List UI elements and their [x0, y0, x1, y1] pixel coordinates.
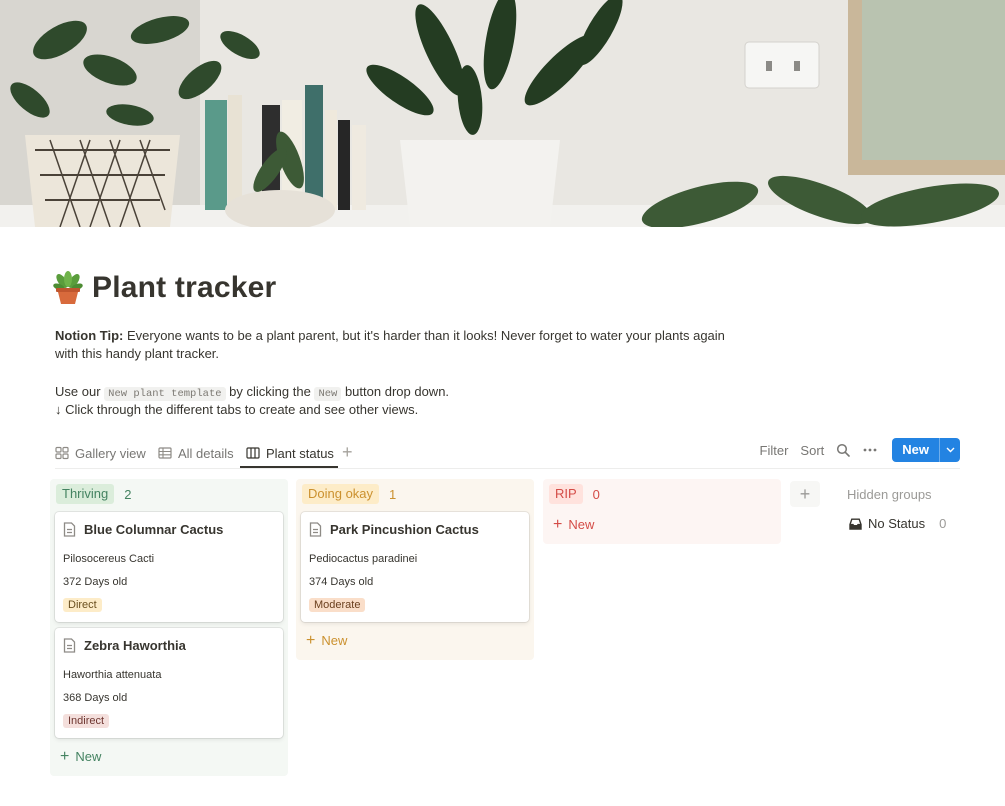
plant-card[interactable]: Blue Columnar Cactus Pilosocereus Cacti …: [55, 512, 283, 622]
column-count: 0: [592, 486, 600, 502]
no-status-label: No Status: [868, 516, 926, 531]
board-column-thriving: Thriving 2 Blue Columnar Cactus Pilosoce…: [50, 479, 288, 776]
light-tag: Moderate: [309, 598, 366, 612]
tab-plant-status[interactable]: Plant status: [246, 440, 334, 466]
table-icon: [158, 447, 172, 459]
cover-image: [0, 0, 1005, 227]
page-title[interactable]: Plant tracker: [92, 271, 276, 305]
tab-gallery-view[interactable]: Gallery view: [55, 440, 146, 466]
plant-card[interactable]: Park Pincushion Cactus Pediocactus parad…: [301, 512, 529, 622]
column-count: 1: [389, 486, 397, 502]
card-title-text: Zebra Haworthia: [84, 638, 186, 653]
status-pill: RIP: [549, 484, 583, 504]
column-header[interactable]: Thriving 2: [50, 479, 288, 509]
card-title: Zebra Haworthia: [63, 638, 186, 653]
tab-gallery-label: Gallery view: [75, 445, 146, 461]
tab-all-details[interactable]: All details: [158, 440, 234, 466]
page-icon: [309, 522, 322, 537]
card-title: Park Pincushion Cactus: [309, 522, 479, 537]
plus-icon: +: [60, 747, 70, 765]
plus-icon: +: [553, 515, 563, 533]
card-title: Blue Columnar Cactus: [63, 522, 223, 537]
column-new-label: New: [75, 749, 102, 764]
plant-card[interactable]: Zebra Haworthia Haworthia attenuata 368 …: [55, 628, 283, 738]
column-count: 2: [124, 486, 132, 502]
card-title-text: Park Pincushion Cactus: [330, 522, 479, 537]
card-species: Pilosocereus Cacti: [63, 553, 155, 565]
view-tabs: Gallery view All details Plant status + …: [55, 437, 960, 469]
card-age: 372 Days old: [63, 576, 128, 588]
column-new-label: New: [568, 517, 595, 532]
card-species: Pediocactus paradinei: [309, 553, 418, 565]
light-tag: Indirect: [63, 714, 110, 728]
search-icon[interactable]: [836, 443, 851, 457]
tab-plant-status-label: Plant status: [266, 445, 334, 461]
new-button[interactable]: New: [892, 438, 960, 462]
page-icon: [63, 638, 76, 653]
column-new-button[interactable]: + New: [306, 631, 348, 649]
instructions-suffix: button drop down.: [341, 384, 450, 399]
column-new-label: New: [321, 633, 348, 648]
card-age: 368 Days old: [63, 692, 128, 704]
template-code: New plant template: [104, 387, 226, 401]
page-title-row: Plant tracker: [52, 268, 276, 308]
filter-button[interactable]: Filter: [760, 443, 789, 458]
template-instructions: Use our New plant template by clicking t…: [55, 383, 449, 403]
add-group-button[interactable]: +: [790, 481, 820, 507]
no-status-group[interactable]: No Status 0: [849, 516, 946, 531]
card-age: 374 Days old: [309, 576, 374, 588]
page-icon: [63, 522, 76, 537]
column-header[interactable]: RIP 0: [543, 479, 781, 509]
status-pill: Doing okay: [302, 484, 380, 504]
tab-all-details-label: All details: [178, 445, 234, 461]
light-tag: Direct: [63, 598, 102, 612]
column-new-button[interactable]: + New: [60, 747, 102, 765]
tabs-instructions: ↓ Click through the different tabs to cr…: [55, 402, 419, 417]
plus-icon: +: [306, 631, 316, 649]
board-column-rip: RIP 0 + New: [543, 479, 781, 544]
board-icon: [246, 447, 260, 459]
notion-tip: Notion Tip: Everyone wants to be a plant…: [55, 327, 745, 363]
no-status-count: 0: [939, 516, 947, 531]
active-tab-underline: [240, 466, 338, 468]
tip-text: Everyone wants to be a plant parent, but…: [55, 328, 725, 361]
new-code: New: [314, 387, 342, 401]
more-options-icon[interactable]: [862, 443, 878, 457]
gallery-icon: [55, 446, 69, 460]
add-view-icon[interactable]: +: [342, 443, 353, 461]
card-species: Haworthia attenuata: [63, 669, 162, 681]
status-pill: Thriving: [56, 484, 115, 504]
instructions-prefix: Use our: [55, 384, 105, 399]
card-title-text: Blue Columnar Cactus: [84, 522, 224, 537]
chevron-down-icon[interactable]: [939, 438, 960, 462]
new-button-label[interactable]: New: [892, 438, 939, 462]
potted-plant-icon[interactable]: [52, 271, 84, 305]
board-column-doing-okay: Doing okay 1 Park Pincushion Cactus Pedi…: [296, 479, 534, 660]
inbox-icon: [849, 518, 862, 530]
instructions-middle: by clicking the: [225, 384, 315, 399]
column-new-button[interactable]: + New: [553, 515, 595, 533]
column-header[interactable]: Doing okay 1: [296, 479, 534, 509]
tip-label: Notion Tip:: [55, 328, 124, 343]
hidden-groups-label: Hidden groups: [847, 487, 932, 502]
sort-button[interactable]: Sort: [800, 443, 824, 458]
view-toolbar: Filter Sort New: [748, 437, 960, 463]
